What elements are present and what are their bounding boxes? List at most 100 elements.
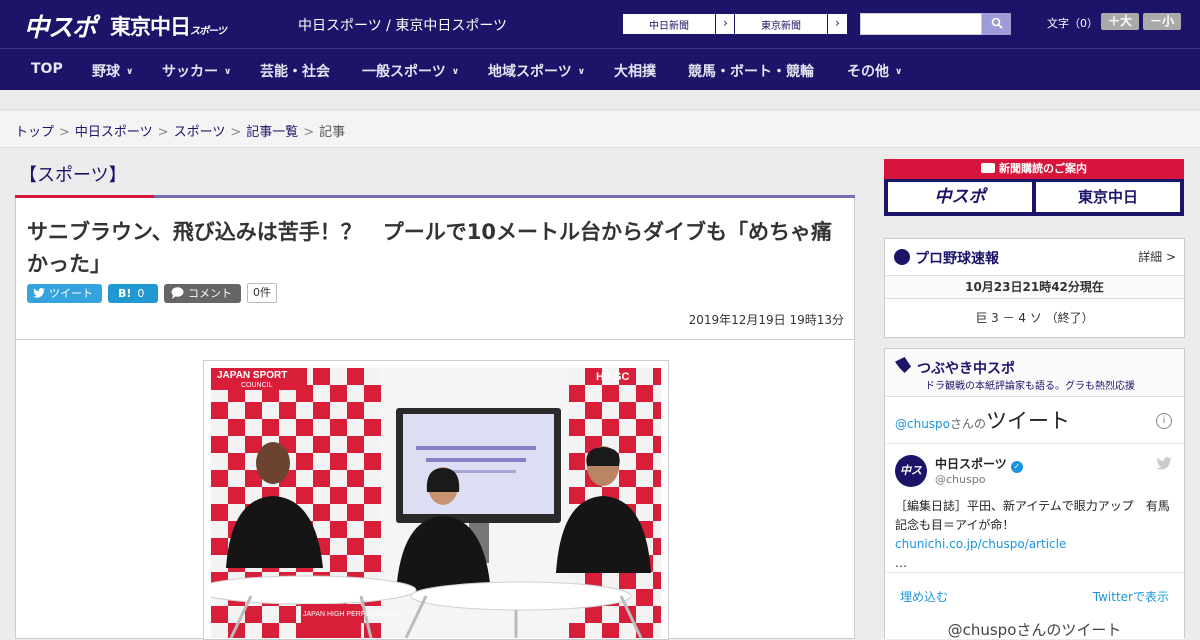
tweet-body: ［編集日誌］平田、新アイテムで眼力アップ 有馬記念も目＝アイが命！ [895, 499, 1170, 532]
breadcrumb-separator: > [59, 125, 70, 140]
photo-table-text: JAPAN HIGH PERFORMANCE [303, 611, 401, 618]
baseball-icon [894, 249, 910, 265]
nav-sumo[interactable]: 大相撲 [614, 61, 656, 81]
divider [885, 572, 1184, 573]
tweet-button[interactable]: ツイート [27, 284, 102, 303]
tweet-author-label: 中日スポーツ [935, 457, 1007, 471]
nav-general-sports-label: 一般スポーツ [362, 64, 446, 80]
comment-button[interactable]: コメント [164, 284, 241, 303]
nav-general-sports[interactable]: 一般スポーツ ∨ [362, 61, 459, 81]
nav-racing-label: 競馬・ボート・競輪 [688, 64, 814, 80]
pro-baseball-title: プロ野球速報 [915, 251, 999, 267]
twitter-bird-icon [33, 288, 45, 298]
tokyo-shimbun-button[interactable]: 東京新聞 › [734, 13, 848, 35]
timeline-handle-link[interactable]: @chuspo [895, 417, 950, 431]
tweets-title: つぶやき中スポ [917, 361, 1015, 377]
nav-soccer[interactable]: サッカー ∨ [162, 61, 231, 81]
chevron-down-icon: ∨ [451, 67, 460, 77]
chevron-down-icon: ∨ [126, 67, 134, 77]
search-icon [991, 17, 1003, 29]
tweet-author-name[interactable]: 中日スポーツ ✓ [935, 455, 1023, 473]
chevron-down-icon: ∨ [577, 67, 586, 77]
breadcrumb-chunichi-sports[interactable]: 中日スポーツ [75, 125, 153, 140]
pro-baseball-score[interactable]: 巨 3 － 4 ソ （終了） [885, 309, 1184, 326]
comment-label: コメント [188, 287, 232, 300]
nav-other-label: その他 [847, 64, 889, 80]
photo-logo: HP SC [596, 371, 629, 383]
breadcrumb-article-list[interactable]: 記事一覧 [246, 125, 298, 140]
tokyo-shimbun-label: 東京新聞 [761, 21, 801, 32]
article-photo[interactable]: JAPAN SPORT COUNCIL HP SC JAPAN HIGH PER… [211, 368, 661, 638]
subscribe-tokyo-chunichi[interactable]: 東京中日 [1036, 182, 1180, 212]
tweet-text: ［編集日誌］平田、新アイテムで眼力アップ 有馬記念も目＝アイが命！ chunich… [895, 497, 1175, 573]
chunichi-shimbun-label: 中日新聞 [649, 21, 689, 32]
chunichi-shimbun-button[interactable]: 中日新聞 › [622, 13, 736, 35]
verified-icon: ✓ [1010, 461, 1023, 473]
tweets-subtitle: ドラ観戦の本紙評論家も語る。グラも熱烈応援 [925, 381, 1135, 392]
nav-entertainment-label: 芸能・社会 [260, 64, 330, 80]
tweet-author-handle[interactable]: @chuspo [935, 473, 985, 486]
nav-top-label: TOP [31, 61, 63, 77]
nav-soccer-label: サッカー [162, 64, 218, 80]
view-on-twitter-link[interactable]: Twitterで表示 [1093, 588, 1169, 605]
tweet-link[interactable]: chunichi.co.jp/chuspo/article [895, 537, 1066, 551]
hatena-icon: B! [118, 287, 132, 300]
pro-baseball-widget: プロ野球速報 詳細 > 10月23日21時42分現在 巨 3 － 4 ソ （終了… [884, 238, 1185, 338]
article-column: 【スポーツ】 サニブラウン、飛び込みは苦手！？ プールで10メートル台からダイブ… [15, 149, 855, 640]
breadcrumb-top[interactable]: トップ [15, 125, 54, 140]
breadcrumb-current: 記事 [319, 125, 346, 140]
article-headline: サニブラウン、飛び込みは苦手！？ プールで10メートル台からダイブも「めちゃ痛か… [27, 220, 832, 276]
tweet-label: ツイート [49, 287, 93, 300]
tweet-widget-box: つぶやき中スポ ドラ観戦の本紙評論家も語る。グラも熱烈応援 @chuspoさんの… [884, 348, 1185, 639]
speech-bubble-icon [171, 287, 184, 299]
nav-entertainment[interactable]: 芸能・社会 [260, 61, 330, 81]
pro-baseball-details-link[interactable]: 詳細 > [1138, 248, 1176, 265]
logo-chuspo[interactable]: 中スポ [24, 8, 97, 44]
embed-link[interactable]: 埋め込む [900, 588, 948, 605]
article-header: サニブラウン、飛び込みは苦手！？ プールで10メートル台からダイブも「めちゃ痛か… [15, 198, 855, 340]
timeline-heading: @chuspoさんのツイート [895, 405, 1070, 435]
nav-racing[interactable]: 競馬・ボート・競輪 [688, 61, 814, 81]
site-name[interactable]: 中日スポーツ / 東京中日スポーツ [298, 15, 507, 35]
hatena-bookmark-button[interactable]: B! 0 [108, 284, 158, 303]
nav-sumo-label: 大相撲 [614, 64, 656, 80]
timeline-san: さんの [950, 417, 987, 431]
twitter-bird-icon[interactable] [1156, 457, 1172, 470]
section-title: 【スポーツ】 [19, 165, 127, 186]
newspaper-icon [981, 163, 995, 173]
main-nav: TOP 野球 ∨ サッカー ∨ 芸能・社会 一般スポーツ ∨ 地域スポーツ ∨ 大相撲 … [0, 48, 1200, 90]
article-photo-frame: JAPAN SPORT COUNCIL HP SC JAPAN HIGH PER… [203, 360, 669, 640]
breadcrumb-separator: > [157, 125, 169, 140]
nav-baseball[interactable]: 野球 ∨ [92, 61, 133, 81]
photo-banner-left-2: COUNCIL [241, 382, 273, 389]
logo-tokyo-chunichi[interactable]: 東京中日スポーツ [110, 11, 227, 41]
divider [885, 443, 1184, 444]
search-button[interactable] [982, 13, 1011, 35]
nav-top[interactable]: TOP [31, 61, 63, 77]
breadcrumb-separator: > [230, 125, 242, 140]
photo-banner-left: JAPAN SPORT [217, 370, 287, 381]
info-icon[interactable]: i [1156, 413, 1172, 429]
font-smaller-button[interactable]: －小 [1143, 13, 1181, 30]
chevron-down-icon: ∨ [895, 67, 903, 77]
breadcrumb-separator: > [303, 125, 315, 140]
top-header: 中スポ 東京中日スポーツ 中日スポーツ / 東京中日スポーツ 中日新聞 › 東京… [0, 0, 1200, 48]
twitter-timeline: @chuspoさんのツイート i 中ス 中日スポーツ ✓ @chuspo ［編集日… [885, 396, 1184, 639]
breadcrumb: トップ > 中日スポーツ > スポーツ > 記事一覧 > 記事 [15, 121, 345, 140]
nav-local-sports[interactable]: 地域スポーツ ∨ [488, 61, 585, 81]
megaphone-icon [895, 357, 911, 373]
breadcrumb-bar: トップ > 中日スポーツ > スポーツ > 記事一覧 > 記事 [0, 111, 1200, 148]
article-date: 2019年12月19日 19時13分 [688, 313, 844, 327]
subscribe-chuspo[interactable]: 中スポ [888, 182, 1032, 212]
subscription-promo[interactable]: 新聞購読のご案内 中スポ 東京中日 [884, 159, 1184, 216]
search-input[interactable] [860, 13, 982, 35]
font-bigger-button[interactable]: ＋大 [1101, 13, 1139, 30]
nav-other[interactable]: その他 ∨ [847, 61, 902, 81]
chevron-right-icon: › [715, 14, 735, 34]
breadcrumb-sports[interactable]: スポーツ [174, 125, 226, 140]
comment-count: 0件 [247, 283, 277, 303]
avatar[interactable]: 中ス [895, 455, 927, 487]
timeline-title: ツイート [986, 409, 1071, 433]
logo-tokyo-small: スポーツ [190, 26, 227, 37]
subscription-promo-label: 新聞購読のご案内 [999, 162, 1087, 175]
